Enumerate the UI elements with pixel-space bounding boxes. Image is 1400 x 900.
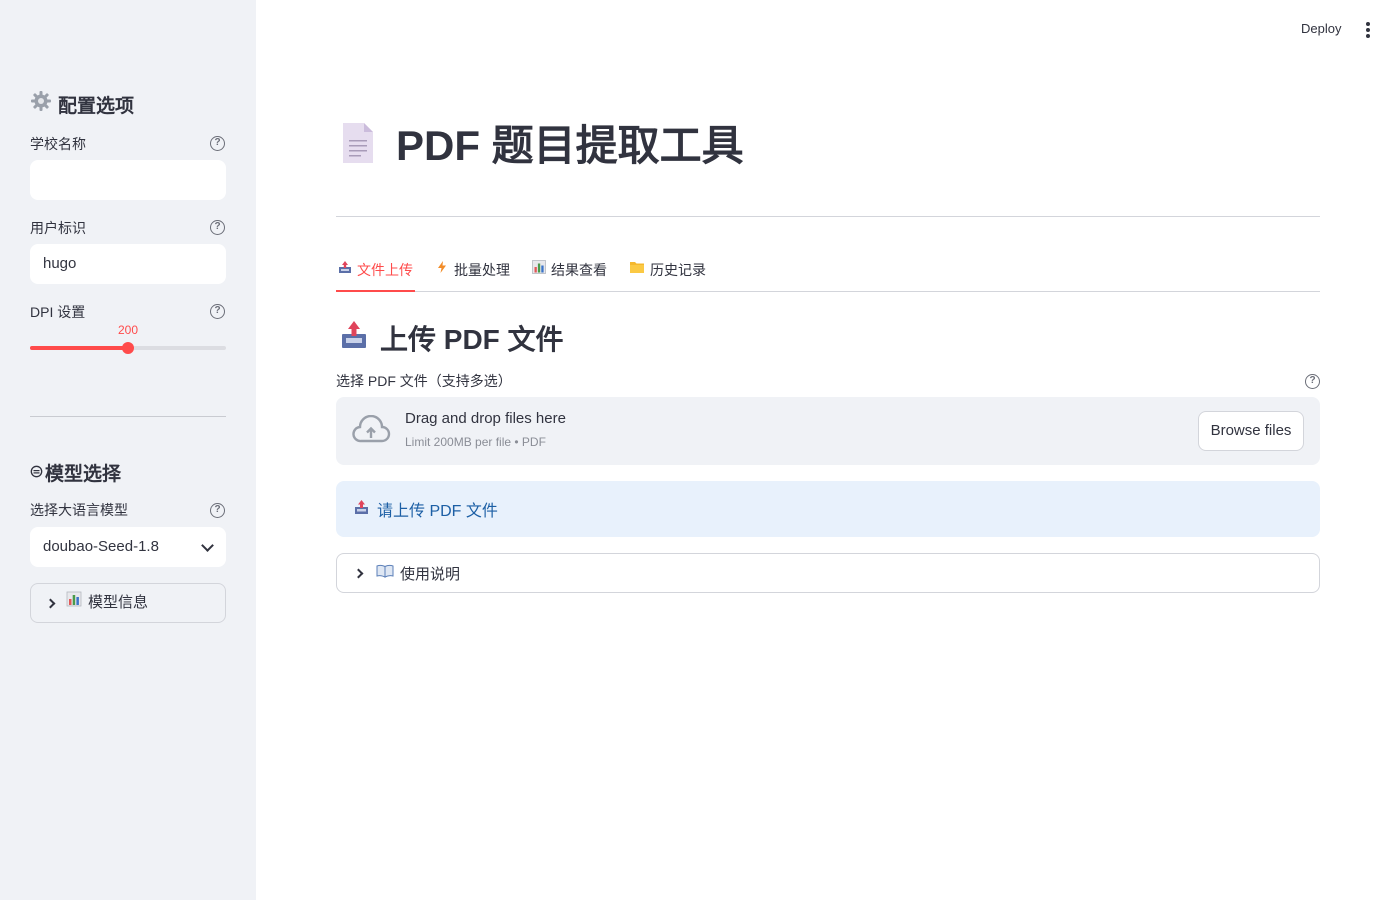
uploader-label: 选择 PDF 文件（支持多选） xyxy=(336,373,512,389)
tab-bar: 文件上传 批量处理 结果查看 历史记录 xyxy=(336,256,1320,292)
gear-icon xyxy=(30,90,52,118)
model-select-label: 选择大语言模型 xyxy=(30,502,128,518)
open-book-icon xyxy=(376,564,394,582)
help-icon[interactable]: ? xyxy=(210,503,225,518)
model-info-label: 模型信息 xyxy=(88,594,149,611)
browse-files-button[interactable]: Browse files xyxy=(1198,411,1304,451)
section-title: 上传 PDF 文件 xyxy=(340,318,564,358)
dropzone-title: Drag and drop files here xyxy=(405,410,566,427)
dpi-slider-value: 200 xyxy=(117,323,139,337)
file-dropzone[interactable]: Drag and drop files here Limit 200MB per… xyxy=(336,397,1320,465)
model-select-value: doubao-Seed-1.8 xyxy=(43,538,159,555)
page-title-text: PDF 题目提取工具 xyxy=(396,122,744,169)
school-name-input[interactable] xyxy=(30,160,226,200)
model-info-expander[interactable]: 模型信息 xyxy=(30,583,226,623)
sidebar: 配置选项 学校名称 ? 用户标识 ? hugo DPI 设置 ? 200 模型选… xyxy=(0,0,256,900)
tab-history[interactable]: 历史记录 xyxy=(627,256,708,291)
dropzone-limit: Limit 200MB per file • PDF xyxy=(405,435,546,449)
page-title: PDF 题目提取工具 xyxy=(340,112,744,173)
tab-results-view[interactable]: 结果查看 xyxy=(530,256,609,291)
user-id-label: 用户标识 xyxy=(30,220,86,236)
model-heading-text: 模型选择 xyxy=(45,464,122,485)
inbox-tray-icon xyxy=(340,320,368,357)
main-menu-icon[interactable] xyxy=(1366,22,1370,38)
bar-chart-icon xyxy=(66,584,82,622)
school-name-label: 学校名称 xyxy=(30,136,86,152)
config-heading: 配置选项 xyxy=(30,90,134,118)
config-heading-text: 配置选项 xyxy=(58,95,135,117)
sidebar-divider xyxy=(30,416,226,417)
instructions-expander[interactable]: 使用说明 xyxy=(336,553,1320,593)
chevron-right-icon xyxy=(353,568,364,578)
info-message: 请上传 PDF 文件 xyxy=(377,503,498,520)
help-icon[interactable]: ? xyxy=(1305,374,1320,389)
inbox-tray-icon xyxy=(338,260,352,277)
help-icon[interactable]: ? xyxy=(210,304,225,319)
section-title-text: 上传 PDF 文件 xyxy=(380,324,564,355)
tab-batch-processing[interactable]: 批量处理 xyxy=(433,256,512,291)
bar-chart-icon xyxy=(532,260,546,277)
tab-label: 批量处理 xyxy=(454,262,510,278)
dpi-label: DPI 设置 xyxy=(30,304,86,320)
dpi-slider-thumb[interactable] xyxy=(122,342,134,354)
cloud-upload-icon xyxy=(351,414,391,450)
help-icon[interactable]: ? xyxy=(210,136,225,151)
model-select[interactable]: doubao-Seed-1.8 xyxy=(30,527,226,567)
tab-file-upload[interactable]: 文件上传 xyxy=(336,256,415,292)
folder-icon xyxy=(629,260,645,277)
info-alert: 请上传 PDF 文件 xyxy=(336,481,1320,537)
chevron-down-icon xyxy=(201,539,214,552)
deploy-button[interactable]: Deploy xyxy=(1301,21,1341,36)
model-heading: 模型选择 xyxy=(30,459,121,486)
user-id-input[interactable]: hugo xyxy=(30,244,226,284)
chevron-right-icon xyxy=(45,598,56,608)
tab-label: 结果查看 xyxy=(551,262,607,278)
tab-label: 历史记录 xyxy=(650,262,706,278)
help-icon[interactable]: ? xyxy=(210,220,225,235)
instructions-label: 使用说明 xyxy=(400,565,461,583)
inbox-tray-icon xyxy=(354,499,369,520)
lightning-icon xyxy=(435,260,449,277)
document-icon xyxy=(340,121,376,165)
dpi-slider-fill xyxy=(30,346,128,350)
title-divider xyxy=(336,216,1320,217)
tab-label: 文件上传 xyxy=(357,262,413,278)
robot-icon xyxy=(30,462,43,484)
